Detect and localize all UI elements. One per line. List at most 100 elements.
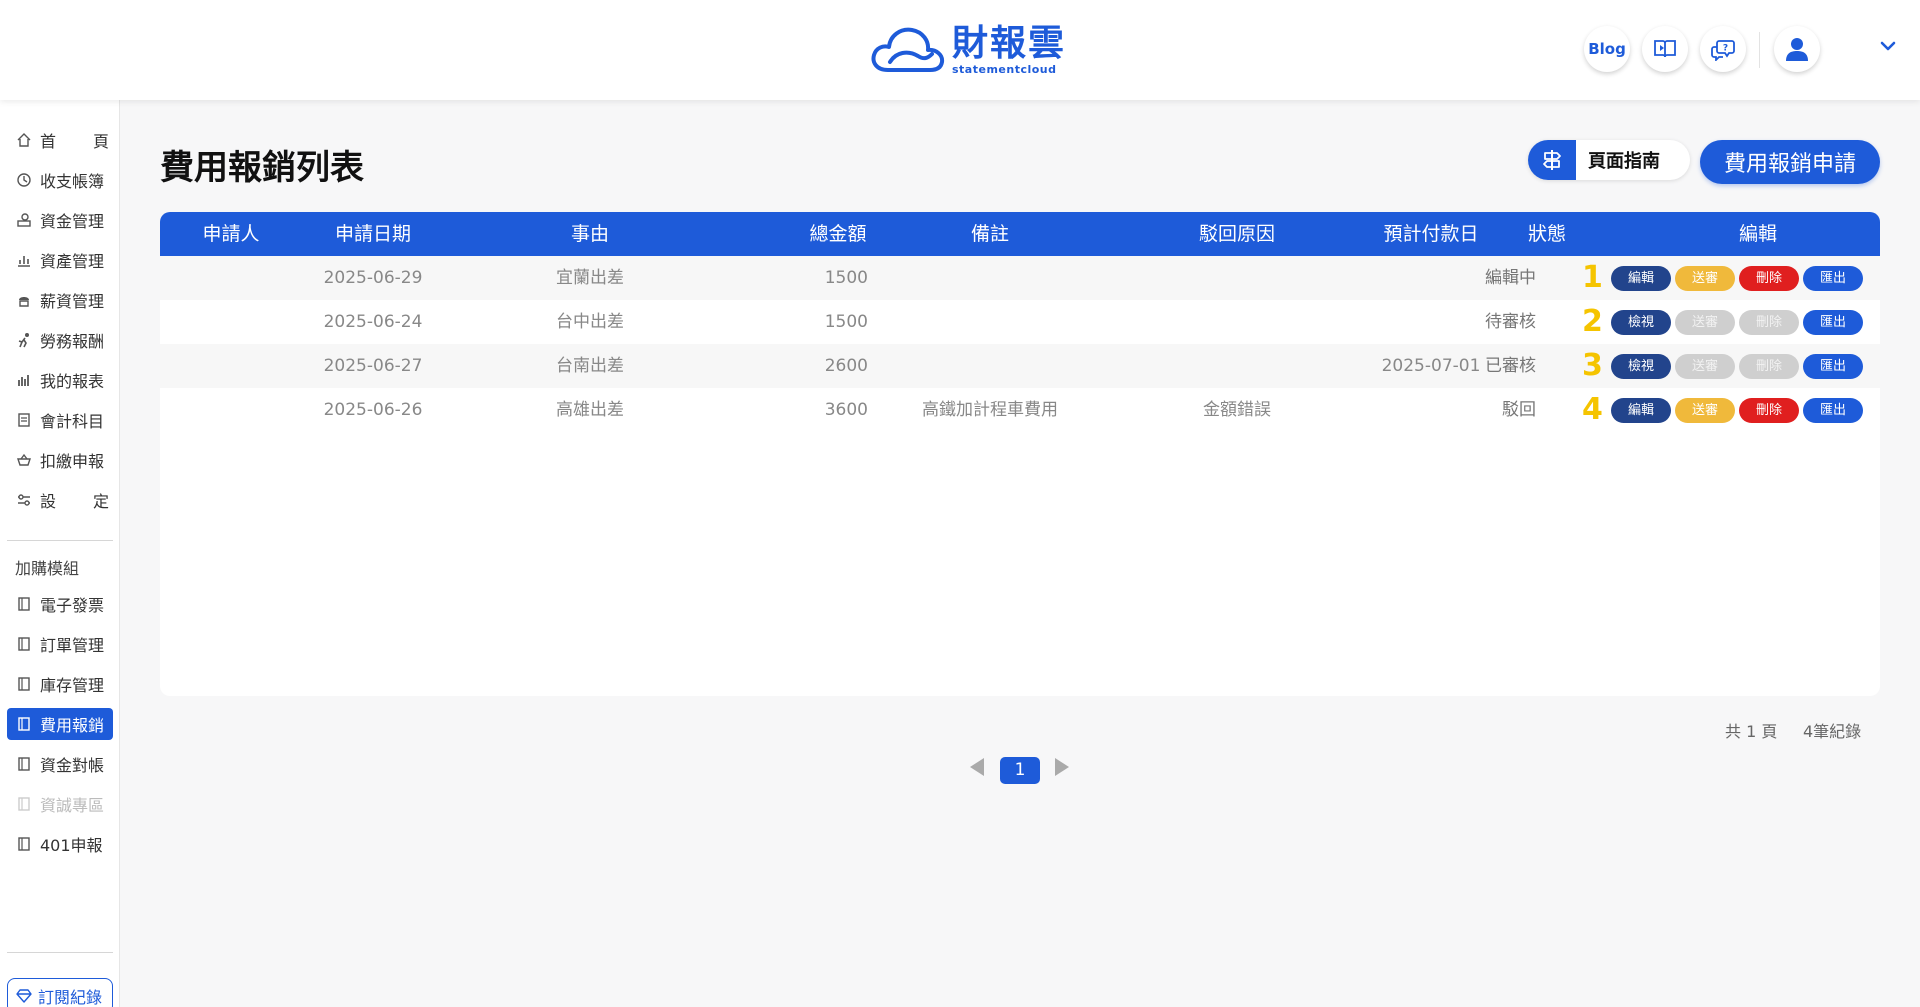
column-header-pay-date: 預計付款日 [1383,223,1479,245]
module-book-icon [15,675,33,693]
page-title: 費用報銷列表 [160,148,364,188]
module-book-icon [15,595,33,613]
user-avatar-button[interactable] [1774,26,1820,72]
worker-icon [15,291,33,309]
sidebar-item-label: 資產管理 [40,252,105,271]
cell-date: 2025-06-24 [323,312,423,332]
cell-date: 2025-06-29 [323,268,423,288]
cell-status: 待審核 [1485,312,1536,332]
sidebar-item-label: 資誠專區 [40,796,105,815]
logo-title: 財報雲 [952,22,1067,64]
export-button[interactable]: 匯出 [1803,266,1863,291]
row-marker: 1 [1582,260,1603,295]
basket-icon [15,451,33,469]
cell-reason: 台南出差 [556,356,624,376]
sidebar-item-label: 費用報銷 [40,716,105,735]
sidebar-item-label: 勞務報酬 [40,332,105,351]
column-header-note: 備註 [970,223,1010,245]
logo[interactable]: 財報雲 statementcloud [870,22,1066,78]
view-button[interactable]: 檢視 [1611,354,1671,379]
cell-amount: 3600 [824,400,868,420]
prev-page-icon[interactable] [970,758,984,776]
module-book-icon [15,835,33,853]
sidebar-item-settings[interactable]: 設定 [7,484,113,516]
sidebar-item-expense[interactable]: 費用報銷 [7,708,113,740]
sidebar-item-reports[interactable]: 我的報表 [7,364,113,396]
sidebar-item-assets[interactable]: 資產管理 [7,244,113,276]
cell-reason: 宜蘭出差 [556,268,624,288]
sidebar-item-inventory[interactable]: 庫存管理 [7,668,113,700]
blog-button[interactable]: Blog [1584,26,1630,72]
delete-button: 刪除 [1739,354,1799,379]
diamond-icon [16,989,32,1003]
sidebar-item-orders[interactable]: 訂單管理 [7,628,113,660]
sidebar-item-payroll[interactable]: 薪資管理 [7,284,113,316]
column-header-reason: 事由 [570,223,610,245]
sidebar-item-401[interactable]: 401申報 [7,828,113,860]
cell-reason: 台中出差 [556,312,624,332]
page-number-button[interactable]: 1 [1000,757,1040,784]
cell-note: 高鐵加計程車費用 [922,400,1058,420]
sidebar-item-label: 訂單管理 [40,636,105,655]
sidebar-item-label: 資金管理 [40,212,105,231]
delete-button[interactable]: 刪除 [1739,266,1799,291]
submit-review-button[interactable]: 送審 [1675,398,1735,423]
header-divider [1759,32,1760,68]
sidebar-item-accounts[interactable]: 會計科目 [7,404,113,436]
sidebar-item-home[interactable]: 首頁 [7,124,113,156]
sidebar-item-label: 會計科目 [40,412,105,431]
ledger-book-icon [15,411,33,429]
edit-button[interactable]: 編輯 [1611,398,1671,423]
sidebar-item-label: 電子發票 [40,596,105,615]
submit-review-button: 送審 [1675,310,1735,335]
module-book-icon [15,715,33,733]
chevron-down-icon[interactable] [1880,40,1896,52]
bar-chart-icon [15,251,33,269]
expense-apply-label: 費用報銷申請 [1723,152,1856,177]
view-button[interactable]: 檢視 [1611,310,1671,335]
module-book-icon [15,755,33,773]
column-header-reject-reason: 駁回原因 [1198,223,1276,245]
sliders-icon [15,491,33,509]
submit-review-button: 送審 [1675,354,1735,379]
export-button[interactable]: 匯出 [1803,310,1863,335]
export-button[interactable]: 匯出 [1803,354,1863,379]
column-header-applicant: 申請人 [202,223,260,245]
sidebar-item-reconcile[interactable]: 資金對帳 [7,748,113,780]
cell-status: 駁回 [1502,400,1536,420]
sidebar-item-funds[interactable]: 資金管理 [7,204,113,236]
cell-reject-reason: 金額錯誤 [1203,400,1271,420]
coin-clock-icon [15,171,33,189]
table-row: 2025-06-29 宜蘭出差 1500 編輯中 1 編輯 送審 刪除 匯出 [160,256,1880,300]
expense-apply-button[interactable]: 費用報銷申請 [1700,140,1880,184]
next-page-icon[interactable] [1055,758,1069,776]
user-icon [1786,38,1808,61]
export-button[interactable]: 匯出 [1803,398,1863,423]
submit-review-button[interactable]: 送審 [1675,266,1735,291]
cloud-logo-icon [871,27,945,72]
page-guide-label: 頁面指南 [1588,151,1660,172]
sidebar-divider [7,952,113,953]
sidebar-item-labor-pay[interactable]: 勞務報酬 [7,324,113,356]
sidebar-item-ledger[interactable]: 收支帳簿 [7,164,113,196]
delete-button[interactable]: 刪除 [1739,398,1799,423]
sidebar-divider [7,540,113,541]
sidebar-item-e-invoice[interactable]: 電子發票 [7,588,113,620]
video-tutorial-button[interactable] [1642,26,1688,72]
top-header: 財報雲 statementcloud Blog ? [0,0,1920,100]
column-header-date: 申請日期 [334,223,412,245]
sidebar-item-label: 首頁 [40,132,109,151]
blog-label: Blog [1588,40,1626,58]
report-chart-icon [15,371,33,389]
help-chat-button[interactable]: ? [1700,26,1746,72]
subscription-record-button[interactable]: 訂閱紀錄 [7,978,113,1007]
expense-table: 申請人 申請日期 事由 總金額 備註 駁回原因 預計付款日 狀態 編輯 2025… [160,212,1880,696]
page-guide-button[interactable]: 頁面指南 [1528,140,1690,180]
sidebar-item-label: 設定 [40,492,109,511]
delete-button: 刪除 [1739,310,1799,335]
sidebar-item-label: 庫存管理 [40,676,105,695]
edit-button[interactable]: 編輯 [1611,266,1671,291]
row-marker: 2 [1582,304,1603,339]
column-header-status: 狀態 [1527,223,1567,245]
sidebar-item-withholding[interactable]: 扣繳申報 [7,444,113,476]
